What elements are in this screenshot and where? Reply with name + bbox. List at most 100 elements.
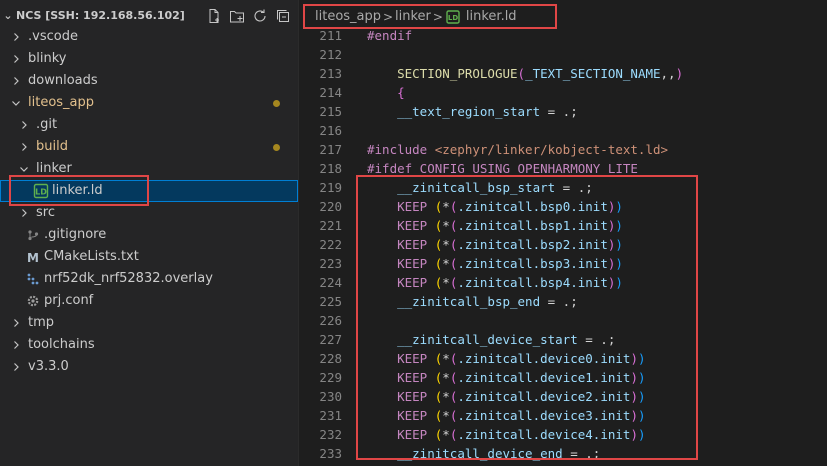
tree-folder-build[interactable]: build — [0, 136, 298, 158]
chevron-right-icon[interactable] — [16, 136, 32, 158]
tree-folder-git[interactable]: .git — [0, 114, 298, 136]
line-number: 225 — [319, 294, 342, 309]
code-token: ,, — [660, 66, 676, 81]
chevron-right-icon[interactable] — [8, 48, 24, 70]
new-folder-icon[interactable] — [225, 6, 248, 26]
tree-folder-blinky[interactable]: blinky — [0, 48, 298, 70]
explorer-root-title[interactable]: ⌄ NCS [SSH: 192.168.56.102] — [0, 8, 184, 24]
tree-item-label: tmp — [28, 315, 55, 330]
line-code: KEEP (*(.zinitcall.bsp0.init)) — [367, 197, 623, 216]
line-number: 213 — [319, 66, 342, 81]
line-code: KEEP (*(.zinitcall.device4.init)) — [367, 425, 645, 444]
chevron-right-icon[interactable] — [8, 70, 24, 92]
code-token: ) — [630, 389, 638, 404]
tree-item-label: liteos_app — [28, 95, 95, 110]
code-editor[interactable]: 211 #endif 212 213 SECTION_PROLOGUE(_TEXT_S… — [299, 26, 827, 466]
line-number: 211 — [319, 28, 342, 43]
new-file-icon[interactable] — [202, 6, 225, 26]
linker-file-icon: LD — [33, 183, 49, 199]
tree-folder-toolchains[interactable]: toolchains — [0, 334, 298, 356]
code-token: = .; — [540, 104, 578, 119]
chevron-right-icon[interactable] — [8, 356, 24, 378]
line-code: #ifdef CONFIG_USING_OPENHARMONY_LITE — [367, 159, 638, 178]
code-line: 221 KEEP (*(.zinitcall.bsp1.init)) — [299, 216, 827, 235]
tree-folder-src[interactable]: src — [0, 202, 298, 224]
chevron-right-icon[interactable] — [16, 114, 32, 136]
code-token: * — [442, 370, 450, 385]
line-number: 217 — [319, 142, 342, 157]
line-code: KEEP (*(.zinitcall.bsp3.init)) — [367, 254, 623, 273]
code-token: * — [442, 408, 450, 423]
refresh-icon[interactable] — [248, 6, 271, 26]
code-token: __zinitcall_bsp_start — [397, 180, 556, 195]
tree-item-label: prj.conf — [44, 293, 94, 308]
modified-dot — [273, 100, 280, 107]
tree-folder-v3-3-0[interactable]: v3.3.0 — [0, 356, 298, 378]
code-token: * — [442, 256, 450, 271]
code-token: .zinitcall.bsp3.init — [457, 256, 608, 271]
code-token: .zinitcall.device0.init — [457, 351, 631, 366]
tree-item-label: v3.3.0 — [28, 359, 69, 374]
collapse-all-icon[interactable] — [271, 6, 294, 26]
line-number: 230 — [319, 389, 342, 404]
tree-folder-tmp[interactable]: tmp — [0, 312, 298, 334]
line-number: 228 — [319, 351, 342, 366]
line-number: 219 — [319, 180, 342, 195]
tree-item-label: linker — [36, 161, 72, 176]
tree-item-label: .vscode — [28, 29, 78, 44]
tree-folder-downloads[interactable]: downloads — [0, 70, 298, 92]
breadcrumb-item-linker-ld[interactable]: linker.ld — [466, 8, 517, 26]
tree-folder-vscode[interactable]: .vscode — [0, 26, 298, 48]
tree-file-gitignore[interactable]: .gitignore — [0, 224, 298, 246]
tree-folder-liteos-app[interactable]: liteos_app — [0, 92, 298, 114]
chevron-down-icon[interactable] — [8, 92, 24, 114]
tree-file-prj-conf[interactable]: prj.conf — [0, 290, 298, 312]
chevron-right-icon[interactable] — [8, 312, 24, 334]
gear-icon — [25, 293, 41, 309]
tree-folder-linker[interactable]: linker — [0, 158, 298, 180]
code-token: .zinitcall.bsp2.init — [457, 237, 608, 252]
code-line: 230 KEEP (*(.zinitcall.device2.init)) — [299, 387, 827, 406]
code-token: = .; — [540, 294, 578, 309]
breadcrumb-item-linker[interactable]: linker — [395, 8, 431, 26]
code-line: 228 KEEP (*(.zinitcall.device0.init)) — [299, 349, 827, 368]
editor-pane: liteos_app > linker > LD linker.ld 211 #e… — [298, 0, 827, 466]
code-token: ) — [630, 427, 638, 442]
code-token: KEEP — [397, 389, 428, 404]
chevron-right-icon[interactable] — [16, 202, 32, 224]
code-token: .zinitcall.device3.init — [457, 408, 631, 423]
code-token: ) — [637, 351, 646, 366]
breadcrumb-separator: > — [382, 10, 394, 24]
code-token: KEEP — [397, 408, 428, 423]
code-token: { — [397, 85, 405, 100]
chevron-right-icon[interactable] — [8, 334, 24, 356]
code-token: .zinitcall.bsp0.init — [457, 199, 608, 214]
code-token: KEEP — [397, 256, 428, 271]
chevron-down-icon[interactable] — [16, 158, 32, 180]
line-number: 231 — [319, 408, 342, 423]
code-line: 224 KEEP (*(.zinitcall.bsp4.init)) — [299, 273, 827, 292]
line-number: 227 — [319, 332, 342, 347]
code-token: ( — [517, 66, 526, 81]
line-number: 226 — [319, 313, 342, 328]
tree-file-cmakelists-txt[interactable]: M CMakeLists.txt — [0, 246, 298, 268]
breadcrumb-item-liteos-app[interactable]: liteos_app — [315, 8, 381, 26]
line-number: 222 — [319, 237, 342, 252]
tree-file-linker-ld[interactable]: LD linker.ld — [0, 180, 298, 202]
code-token: KEEP — [397, 199, 428, 214]
tree-file-nrf52dk-nrf52832-overlay[interactable]: nrf52dk_nrf52832.overlay — [0, 268, 298, 290]
code-token: ) — [615, 218, 623, 233]
code-token: = .; — [577, 332, 616, 347]
chevron-right-icon[interactable] — [8, 26, 24, 48]
